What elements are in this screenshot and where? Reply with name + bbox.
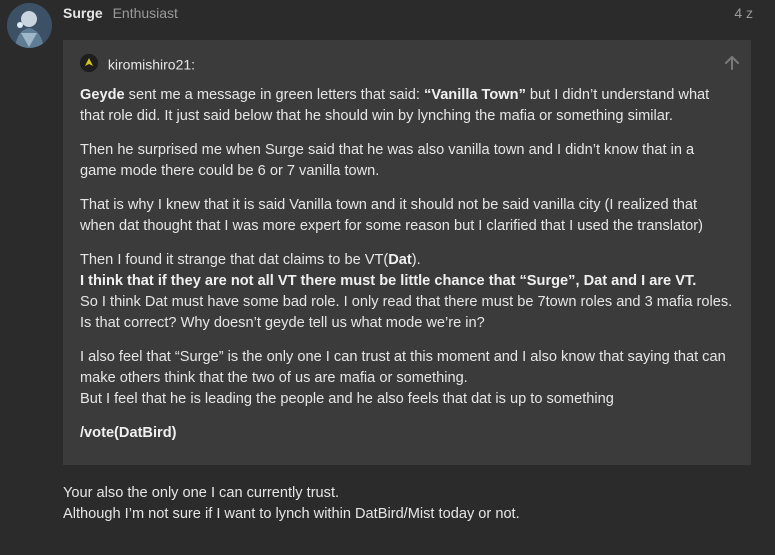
quote-block: kiromishiro21: Geyde sent me a message i… — [63, 40, 751, 465]
quote-paragraph-1: Geyde sent me a message in green letters… — [80, 85, 733, 127]
reply-line-2: Although I’m not sure if I want to lynch… — [63, 506, 520, 522]
quote-text: But I feel that he is leading the people… — [80, 391, 614, 407]
quote-text: sent me a message in green letters that … — [124, 87, 424, 103]
quote-text: ). — [411, 252, 421, 268]
quote-bold-text: Dat — [388, 252, 412, 268]
post-header: Surge Enthusiast 4 z — [63, 4, 753, 22]
quote-bold-text: “Vanilla Town” — [423, 87, 526, 103]
quote-paragraph-2: Then he surprised me when Surge said tha… — [80, 142, 695, 179]
arrow-up-icon[interactable] — [725, 53, 739, 73]
quote-paragraph-3: That is why I knew that it is said Vanil… — [80, 197, 703, 234]
quote-paragraph-6: /vote(DatBird) — [80, 423, 733, 444]
quoted-avatar-image — [80, 54, 98, 73]
quoted-user-avatar[interactable] — [80, 54, 98, 73]
reply-line-1: Your also the only one I can currently t… — [63, 485, 340, 501]
reply-body: Your also the only one I can currently t… — [63, 483, 755, 525]
post-date[interactable]: 4 z — [734, 4, 753, 22]
quote-paragraph-5: I also feel that “Surge” is the only one… — [80, 347, 733, 410]
quote-author[interactable]: kiromishiro21: — [108, 56, 195, 72]
username[interactable]: Surge — [63, 5, 103, 21]
vote-command: /vote(DatBird) — [80, 425, 177, 441]
mention-geyde: Geyde — [80, 87, 125, 103]
user-title: Enthusiast — [112, 5, 178, 21]
quote-body: Geyde sent me a message in green letters… — [80, 85, 733, 457]
quote-text: So I think Dat must have some bad role. … — [80, 294, 733, 331]
quote-text: Then I found it strange that dat claims … — [80, 252, 389, 268]
quote-header: kiromishiro21: — [80, 53, 739, 73]
avatar-image — [7, 3, 52, 48]
quote-bold-line: I think that if they are not all VT ther… — [80, 273, 697, 289]
avatar[interactable] — [7, 3, 52, 48]
quote-text: I also feel that “Surge” is the only one… — [80, 349, 726, 386]
quote-paragraph-4: Then I found it strange that dat claims … — [80, 250, 733, 334]
